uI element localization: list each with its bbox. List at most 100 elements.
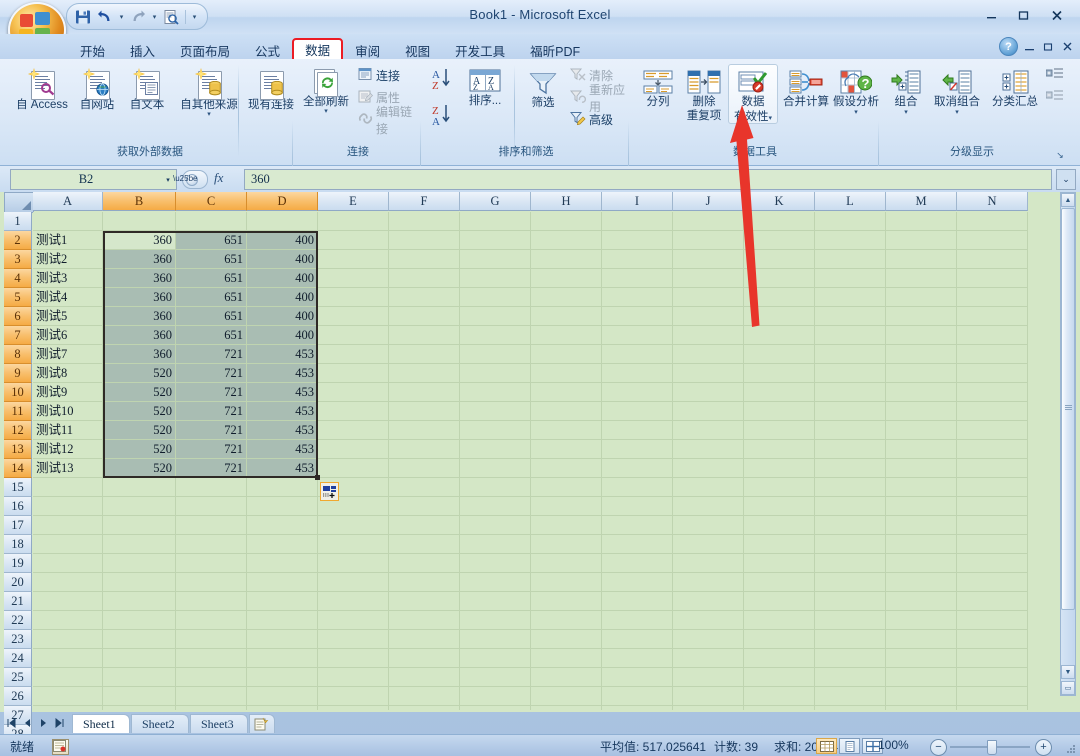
cell-A10[interactable]: 测试9 — [33, 383, 103, 402]
cell-M4[interactable] — [886, 269, 957, 288]
prev-sheet-button[interactable] — [20, 715, 35, 731]
cell-H9[interactable] — [531, 364, 602, 383]
cell-D27[interactable] — [247, 706, 318, 710]
cell-I22[interactable] — [602, 611, 673, 630]
cell-E20[interactable] — [318, 573, 389, 592]
cell-I4[interactable] — [602, 269, 673, 288]
cell-G23[interactable] — [460, 630, 531, 649]
cell-L10[interactable] — [815, 383, 886, 402]
cell-N24[interactable] — [957, 649, 1028, 668]
cell-C10[interactable]: 721 — [176, 383, 247, 402]
row-header-15[interactable]: 15 — [4, 478, 32, 497]
row-header-2[interactable]: 2 — [4, 231, 32, 250]
cell-A20[interactable] — [33, 573, 103, 592]
cell-A22[interactable] — [33, 611, 103, 630]
cell-J18[interactable] — [673, 535, 744, 554]
fill-handle[interactable] — [315, 475, 320, 480]
cell-H11[interactable] — [531, 402, 602, 421]
cell-B6[interactable]: 360 — [103, 307, 176, 326]
cell-K10[interactable] — [744, 383, 815, 402]
cell-G22[interactable] — [460, 611, 531, 630]
cell-A12[interactable]: 测试11 — [33, 421, 103, 440]
cell-G4[interactable] — [460, 269, 531, 288]
cell-B17[interactable] — [103, 516, 176, 535]
sheet-tab-sheet3[interactable]: Sheet3 — [190, 714, 248, 733]
restore-window-button[interactable] — [1040, 39, 1056, 55]
cell-L6[interactable] — [815, 307, 886, 326]
cell-N22[interactable] — [957, 611, 1028, 630]
cell-I13[interactable] — [602, 440, 673, 459]
cell-D1[interactable] — [247, 212, 318, 231]
cell-H1[interactable] — [531, 212, 602, 231]
cell-I8[interactable] — [602, 345, 673, 364]
from-text-button[interactable]: 自文本 — [122, 64, 172, 113]
cell-H25[interactable] — [531, 668, 602, 687]
cell-J15[interactable] — [673, 478, 744, 497]
cell-I2[interactable] — [602, 231, 673, 250]
last-sheet-button[interactable] — [52, 715, 67, 731]
column-header-A[interactable]: A — [33, 192, 103, 211]
cell-K21[interactable] — [744, 592, 815, 611]
cell-K24[interactable] — [744, 649, 815, 668]
cell-J23[interactable] — [673, 630, 744, 649]
data-validation-caret[interactable]: ▾ — [768, 115, 772, 122]
cell-C15[interactable] — [176, 478, 247, 497]
cell-G24[interactable] — [460, 649, 531, 668]
cell-A16[interactable] — [33, 497, 103, 516]
cell-A14[interactable]: 测试13 — [33, 459, 103, 478]
help-icon[interactable]: ? — [999, 37, 1018, 56]
cell-B13[interactable]: 520 — [103, 440, 176, 459]
cell-G19[interactable] — [460, 554, 531, 573]
split-vertical-handle[interactable]: ▭ — [1061, 681, 1075, 695]
cell-F21[interactable] — [389, 592, 460, 611]
cell-J27[interactable] — [673, 706, 744, 710]
page-layout-view-button[interactable] — [839, 738, 860, 754]
cell-K22[interactable] — [744, 611, 815, 630]
cell-A17[interactable] — [33, 516, 103, 535]
formula-input[interactable]: 360 — [244, 169, 1052, 190]
cell-D26[interactable] — [247, 687, 318, 706]
formula-bar-toggle[interactable]: \u25be — [182, 170, 208, 189]
cell-D23[interactable] — [247, 630, 318, 649]
cell-J3[interactable] — [673, 250, 744, 269]
subtotal-button[interactable]: 分类汇总 — [986, 64, 1044, 110]
cell-D22[interactable] — [247, 611, 318, 630]
remove-duplicates-button[interactable]: 删除 重复项 — [680, 64, 728, 123]
cell-B10[interactable]: 520 — [103, 383, 176, 402]
cell-N3[interactable] — [957, 250, 1028, 269]
row-header-7[interactable]: 7 — [4, 326, 32, 345]
cell-N15[interactable] — [957, 478, 1028, 497]
cell-B5[interactable]: 360 — [103, 288, 176, 307]
existing-connections-button[interactable]: 现有连接 — [242, 64, 300, 113]
cell-G11[interactable] — [460, 402, 531, 421]
cell-M25[interactable] — [886, 668, 957, 687]
save-icon[interactable] — [73, 7, 93, 26]
show-detail-button[interactable] — [1042, 65, 1072, 86]
cell-K1[interactable] — [744, 212, 815, 231]
cell-A11[interactable]: 测试10 — [33, 402, 103, 421]
row-header-20[interactable]: 20 — [4, 573, 32, 592]
cell-C19[interactable] — [176, 554, 247, 573]
cell-F20[interactable] — [389, 573, 460, 592]
cell-B20[interactable] — [103, 573, 176, 592]
cell-D9[interactable]: 453 — [247, 364, 318, 383]
cell-M23[interactable] — [886, 630, 957, 649]
cell-M22[interactable] — [886, 611, 957, 630]
cell-M14[interactable] — [886, 459, 957, 478]
cell-E6[interactable] — [318, 307, 389, 326]
cell-L3[interactable] — [815, 250, 886, 269]
cell-M10[interactable] — [886, 383, 957, 402]
cell-K11[interactable] — [744, 402, 815, 421]
cell-F15[interactable] — [389, 478, 460, 497]
column-header-G[interactable]: G — [460, 192, 531, 211]
cell-D7[interactable]: 400 — [247, 326, 318, 345]
cell-H6[interactable] — [531, 307, 602, 326]
cell-E5[interactable] — [318, 288, 389, 307]
cell-A4[interactable]: 测试3 — [33, 269, 103, 288]
cell-C7[interactable]: 651 — [176, 326, 247, 345]
row-header-6[interactable]: 6 — [4, 307, 32, 326]
cell-C20[interactable] — [176, 573, 247, 592]
cell-I23[interactable] — [602, 630, 673, 649]
cell-E7[interactable] — [318, 326, 389, 345]
cell-H12[interactable] — [531, 421, 602, 440]
